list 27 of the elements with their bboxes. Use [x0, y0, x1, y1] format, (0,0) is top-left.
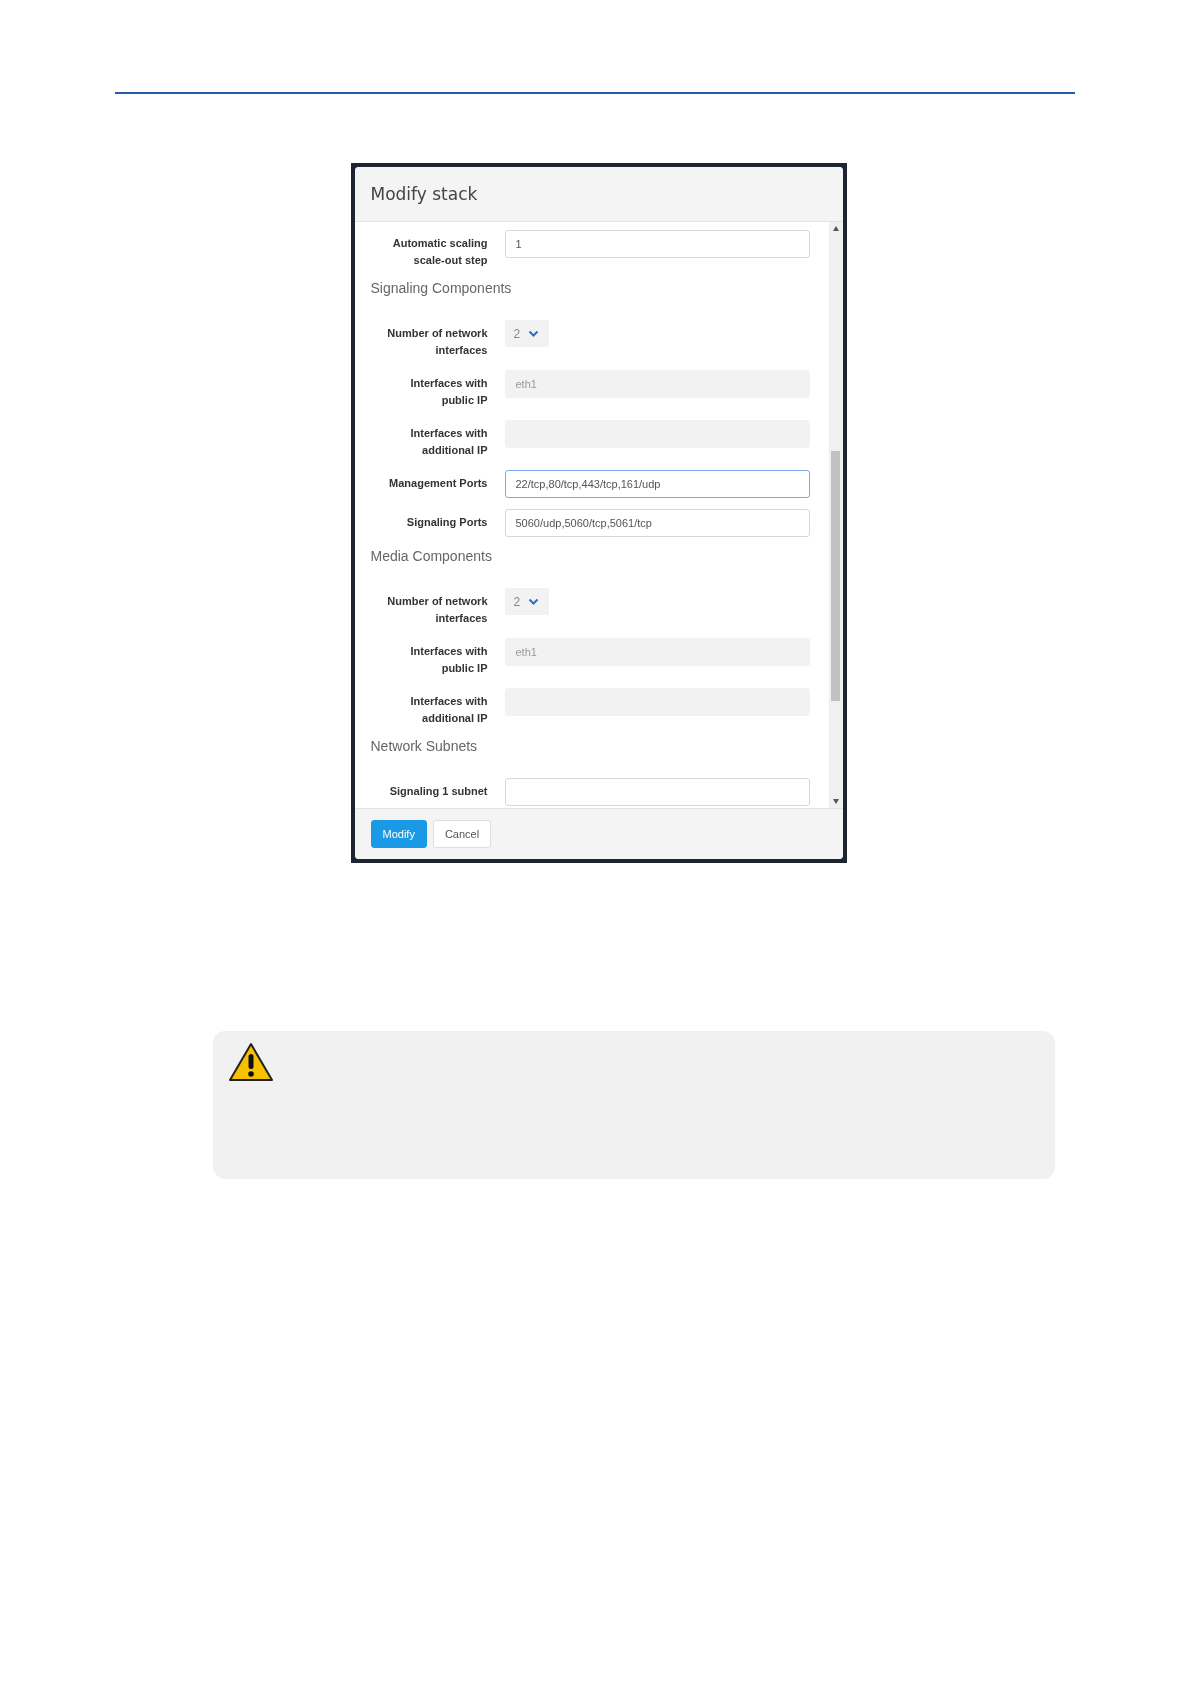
field-label: Signaling Ports: [405, 515, 488, 530]
field-label: Interfaces with additional IP: [409, 694, 488, 726]
field-label: Automatic scaling scale-out step: [391, 236, 488, 268]
input-field: eth1: [504, 638, 810, 666]
scrollbar[interactable]: [828, 222, 843, 808]
section-heading: Signaling Components: [370, 280, 513, 296]
input-field[interactable]: 5060/udp,5060/tcp,5061/tcp: [504, 509, 810, 537]
section-heading: Media Components: [370, 548, 493, 564]
scroll-down-icon[interactable]: [832, 799, 839, 804]
scroll-up-icon[interactable]: [832, 226, 839, 231]
input-field[interactable]: [504, 778, 810, 806]
field-label: Interfaces with additional IP: [409, 426, 488, 458]
field-label: Interfaces with public IP: [409, 644, 488, 676]
dialog-title: Modify stack: [370, 184, 478, 204]
chevron-icon: [528, 597, 540, 606]
field-label: Management Ports: [388, 476, 488, 491]
cancel-button[interactable]: Cancel: [432, 820, 492, 848]
field-label: Number of network interfaces: [386, 326, 488, 358]
field-label: Signaling 1 subnet: [388, 784, 488, 799]
section-heading: Network Subnets: [370, 738, 479, 754]
warning-icon: [228, 1042, 274, 1082]
field-label: Interfaces with public IP: [409, 376, 488, 408]
input-field[interactable]: 22/tcp,80/tcp,443/tcp,161/udp: [504, 470, 810, 498]
chevron-icon: [528, 329, 540, 338]
input-field: eth1: [504, 370, 810, 398]
input-field[interactable]: 1: [504, 230, 810, 258]
field-label: Number of network interfaces: [386, 594, 488, 626]
